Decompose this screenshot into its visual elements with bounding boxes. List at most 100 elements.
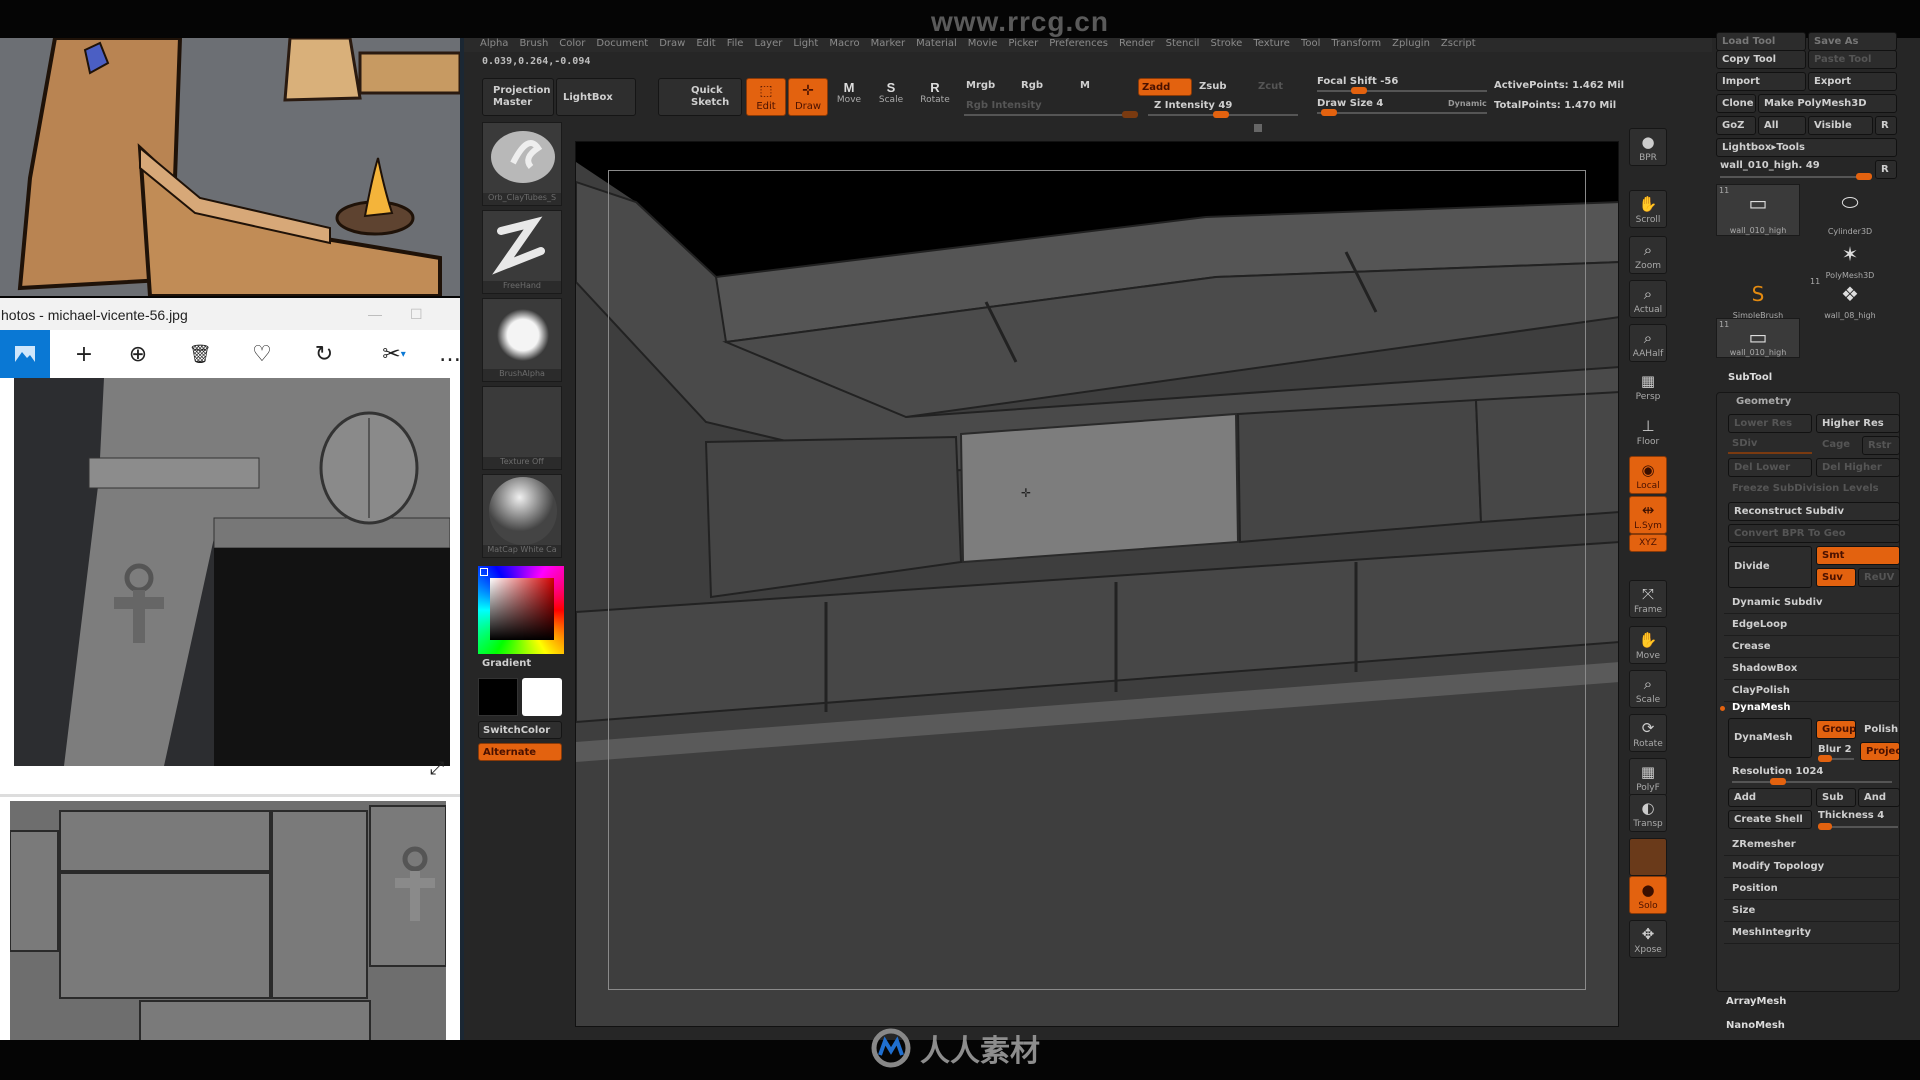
goz-visible-button[interactable]: Visible <box>1808 116 1873 135</box>
more-button[interactable]: … <box>439 338 461 370</box>
section-arraymesh[interactable]: ArrayMesh <box>1726 996 1786 1007</box>
focal-shift-slider[interactable] <box>1317 87 1487 94</box>
z-intensity-knob[interactable] <box>1213 111 1229 118</box>
section-nanomesh[interactable]: NanoMesh <box>1726 1020 1785 1031</box>
menu-alpha[interactable]: Alpha <box>480 38 508 49</box>
l-sym-view-button[interactable]: ⇹ L.Sym <box>1629 496 1667 534</box>
menu-material[interactable]: Material <box>916 38 957 49</box>
menu-macro[interactable]: Macro <box>829 38 859 49</box>
brush-selector[interactable]: Orb_ClayTubes_S <box>482 122 562 206</box>
photos-home-button[interactable] <box>0 330 50 378</box>
dynamesh-and-button[interactable]: And <box>1858 788 1900 807</box>
tool-thumbnail[interactable]: ▭ 11 wall_010_high <box>1716 318 1800 358</box>
lower-res-button[interactable]: Lower Res <box>1728 414 1812 433</box>
thickness-slider[interactable] <box>1818 823 1898 830</box>
menu-light[interactable]: Light <box>793 38 818 49</box>
menu-document[interactable]: Document <box>596 38 648 49</box>
color-picker[interactable] <box>478 566 564 654</box>
gradient-toggle[interactable]: Gradient <box>482 658 531 669</box>
quick-sketch-button[interactable]: Quick Sketch <box>658 78 742 116</box>
tool-slider[interactable] <box>1720 173 1872 180</box>
transp-view-button[interactable]: ◐ Transp <box>1629 794 1667 832</box>
resolution-knob[interactable] <box>1770 778 1786 785</box>
xyz-view-button[interactable]: XYZ <box>1629 534 1667 552</box>
dynamesh-button[interactable]: DynaMesh <box>1728 718 1812 758</box>
aahalf-view-button[interactable]: ⌕ AAHalf <box>1629 324 1667 362</box>
make-polymesh3d-button[interactable]: Make PolyMesh3D <box>1758 94 1897 113</box>
load-tool-button[interactable]: Load Tool <box>1716 32 1806 51</box>
tool-thumbnail[interactable]: ▭ 11 wall_010_high <box>1716 184 1800 236</box>
sdiv-slider-label[interactable]: SDiv <box>1732 438 1757 449</box>
shelf-toggle-handle[interactable] <box>1254 124 1262 132</box>
z-intensity-slider[interactable] <box>1148 111 1298 118</box>
goz-r-button[interactable]: R <box>1875 116 1897 135</box>
convert-bpr-button[interactable]: Convert BPR To Geo <box>1728 524 1900 543</box>
move-mode-button[interactable]: M Move <box>832 80 866 120</box>
frame-view-button[interactable]: ⤧ Frame <box>1629 580 1667 618</box>
menu-render[interactable]: Render <box>1119 38 1155 49</box>
divide-button[interactable]: Divide <box>1728 546 1812 588</box>
favorite-button[interactable]: ♡ <box>246 338 278 370</box>
zadd-button[interactable]: Zadd <box>1138 78 1192 96</box>
menu-zscript[interactable]: Zscript <box>1441 38 1476 49</box>
rgb-toggle[interactable]: Rgb <box>1021 80 1043 91</box>
subpanel-edgeloop[interactable]: EdgeLoop <box>1724 614 1900 636</box>
projection-master-button[interactable]: Projection Master <box>482 78 554 116</box>
xpose-view-button[interactable]: ✥ Xpose <box>1629 920 1667 958</box>
smt-toggle[interactable]: Smt <box>1816 546 1900 565</box>
menu-color[interactable]: Color <box>559 38 585 49</box>
m-toggle[interactable]: M <box>1080 80 1090 91</box>
project-toggle[interactable]: Projec <box>1860 742 1900 761</box>
draw-size-knob[interactable] <box>1321 109 1337 116</box>
menu-edit[interactable]: Edit <box>696 38 715 49</box>
dynamesh-sub-button[interactable]: Sub <box>1816 788 1856 807</box>
menu-preferences[interactable]: Preferences <box>1049 38 1108 49</box>
copy-tool-button[interactable]: Copy Tool <box>1716 50 1806 69</box>
texture-selector[interactable]: Texture Off <box>482 386 562 470</box>
ghost-view-button[interactable] <box>1629 838 1667 876</box>
scale-mode-button[interactable]: S Scale <box>874 80 908 120</box>
geometry-header[interactable]: Geometry <box>1736 396 1791 407</box>
actual-view-button[interactable]: ⌕ Actual <box>1629 280 1667 318</box>
zoom-view-button[interactable]: ⌕ Zoom <box>1629 236 1667 274</box>
zoom-button[interactable]: ⊕ <box>122 338 154 370</box>
secondary-color-swatch[interactable] <box>522 678 562 716</box>
freeze-subdivision-button[interactable]: Freeze SubDivision Levels <box>1732 483 1879 494</box>
blur-slider[interactable] <box>1818 755 1854 762</box>
reuv-button[interactable]: ReUV <box>1858 568 1900 587</box>
menu-zplugin[interactable]: Zplugin <box>1392 38 1430 49</box>
create-shell-button[interactable]: Create Shell <box>1728 810 1812 829</box>
menu-picker[interactable]: Picker <box>1008 38 1038 49</box>
minimize-button[interactable]: — <box>368 306 382 322</box>
scroll-view-button[interactable]: ✋ Scroll <box>1629 190 1667 228</box>
menu-movie[interactable]: Movie <box>968 38 998 49</box>
menu-tool[interactable]: Tool <box>1301 38 1320 49</box>
subpanel-crease[interactable]: Crease <box>1724 636 1900 658</box>
export-button[interactable]: Export <box>1808 72 1897 91</box>
color-saturation-square[interactable] <box>490 578 554 640</box>
delete-button[interactable]: 🗑 <box>184 338 216 370</box>
tool-thumbnail[interactable]: ✶ PolyMesh3D <box>1808 236 1892 280</box>
move-view-button[interactable]: ✋ Move <box>1629 626 1667 664</box>
menu-transform[interactable]: Transform <box>1331 38 1381 49</box>
edit-create-button[interactable]: ✂ ▾ <box>378 338 410 370</box>
polyf-view-button[interactable]: ▦ PolyF <box>1629 758 1667 796</box>
material-selector[interactable]: MatCap White Ca <box>482 474 562 558</box>
bpr-view-button[interactable]: ● BPR <box>1629 128 1667 166</box>
dynamesh-header[interactable]: DynaMesh <box>1732 702 1791 713</box>
draw-size-slider[interactable] <box>1317 109 1487 116</box>
polish-toggle[interactable]: Polish <box>1864 724 1898 735</box>
alternate-button[interactable]: Alternate <box>478 743 562 761</box>
suv-toggle[interactable]: Suv <box>1816 568 1856 587</box>
add-button[interactable]: + <box>68 338 100 370</box>
goz-all-button[interactable]: All <box>1758 116 1806 135</box>
del-lower-button[interactable]: Del Lower <box>1728 458 1812 477</box>
zcut-button[interactable]: Zcut <box>1258 81 1283 92</box>
del-higher-button[interactable]: Del Higher <box>1816 458 1900 477</box>
clone-button[interactable]: Clone <box>1716 94 1756 113</box>
lightbox-tools-button[interactable]: Lightbox▸Tools <box>1716 138 1897 157</box>
subpanel-dynamic-subdiv[interactable]: Dynamic Subdiv <box>1724 592 1900 614</box>
rotate-mode-button[interactable]: R Rotate <box>918 80 952 120</box>
subpanel-shadowbox[interactable]: ShadowBox <box>1724 658 1900 680</box>
save-as-button[interactable]: Save As <box>1808 32 1897 51</box>
